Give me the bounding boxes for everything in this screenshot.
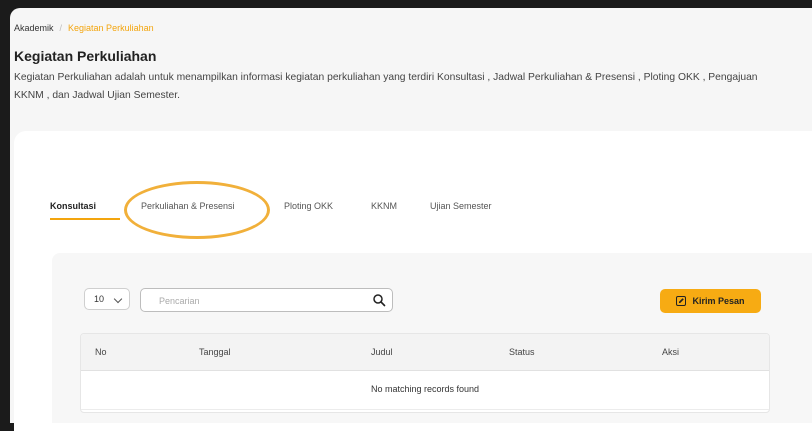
search-box <box>140 288 393 313</box>
kirim-pesan-button[interactable]: Kirim Pesan <box>660 289 761 313</box>
page-title: Kegiatan Perkuliahan <box>14 48 157 64</box>
breadcrumb-separator: / <box>59 23 63 33</box>
page-description: Kegiatan Perkuliahan adalah untuk menamp… <box>14 72 758 101</box>
tab-bar: Konsultasi Perkuliahan & Presensi Plotin… <box>38 191 598 221</box>
search-icon[interactable] <box>372 293 386 307</box>
records-table: No Tanggal Judul Status Aksi No matching… <box>80 333 770 413</box>
column-header-status[interactable]: Status <box>509 347 535 357</box>
breadcrumb-home[interactable]: Akademik <box>14 23 54 33</box>
active-tab-indicator <box>50 218 120 220</box>
column-header-no[interactable]: No <box>95 347 107 357</box>
column-header-tanggal[interactable]: Tanggal <box>199 347 231 357</box>
empty-state-message: No matching records found <box>370 384 480 394</box>
breadcrumb-current: Kegiatan Perkuliahan <box>68 23 154 33</box>
tab-ploting-okk[interactable]: Ploting OKK <box>284 201 333 211</box>
tab-ujian-semester[interactable]: Ujian Semester <box>430 201 492 211</box>
search-input[interactable] <box>141 289 381 313</box>
table-header: No Tanggal Judul Status Aksi <box>81 334 769 371</box>
tab-konsultasi[interactable]: Konsultasi <box>50 201 96 211</box>
table-row: No matching records found <box>81 370 769 410</box>
page-size-select[interactable]: 10 <box>84 288 130 310</box>
tab-perkuliahan-presensi[interactable]: Perkuliahan & Presensi <box>141 201 235 211</box>
column-header-judul[interactable]: Judul <box>371 347 393 357</box>
kirim-pesan-label: Kirim Pesan <box>692 296 745 306</box>
column-header-aksi: Aksi <box>662 347 680 357</box>
breadcrumb: Akademik / Kegiatan Perkuliahan <box>14 23 154 33</box>
chevron-down-icon <box>113 294 123 304</box>
edit-icon <box>676 296 687 306</box>
tab-kknm[interactable]: KKNM <box>371 201 397 211</box>
page-size-value: 10 <box>94 294 105 304</box>
